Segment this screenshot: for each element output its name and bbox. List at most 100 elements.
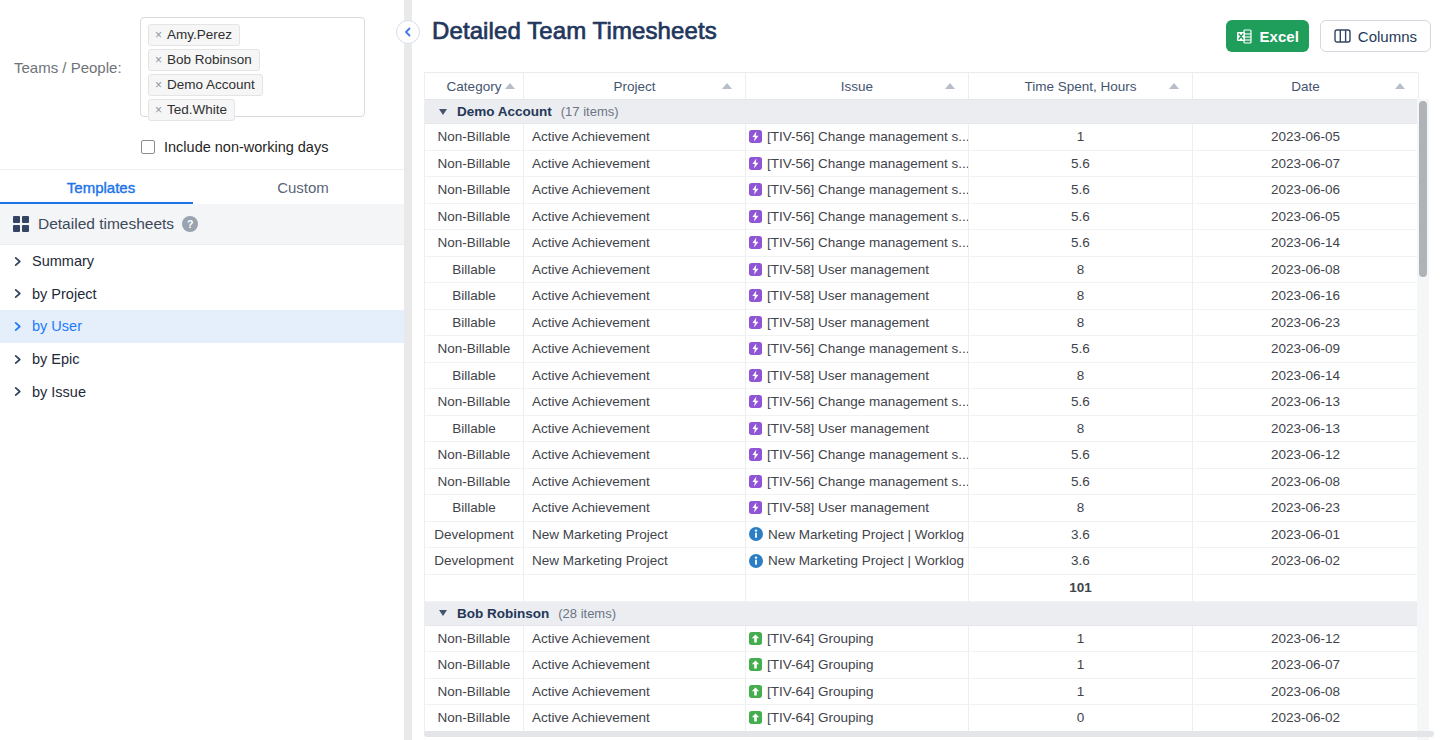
chevron-down-icon[interactable] <box>439 109 447 115</box>
person-tag[interactable]: ×Ted.White <box>148 99 235 121</box>
table-row[interactable]: Non-Billable Active Achievement [TIV-64]… <box>425 652 1418 679</box>
tree-item-by-project[interactable]: by Project <box>0 278 404 311</box>
issue-label: [TIV-58] User management <box>767 262 929 277</box>
column-header-time-spent[interactable]: Time Spent, Hours <box>969 73 1193 99</box>
table-row[interactable]: Development New Marketing Project New Ma… <box>425 522 1418 549</box>
table-row[interactable]: Non-Billable Active Achievement [TIV-56]… <box>425 469 1418 496</box>
table-row[interactable]: Non-Billable Active Achievement [TIV-56]… <box>425 204 1418 231</box>
remove-tag-icon[interactable]: × <box>155 29 162 41</box>
tree-item-by-issue[interactable]: by Issue <box>0 375 404 408</box>
tab-templates[interactable]: Templates <box>0 170 202 204</box>
cell-hours: 8 <box>969 416 1193 443</box>
help-icon[interactable]: ? <box>182 216 198 232</box>
excel-export-button[interactable]: Excel <box>1226 20 1309 52</box>
teams-people-label: Teams / People: <box>14 59 122 76</box>
tree-item-by-user[interactable]: by User <box>0 310 404 343</box>
table-row[interactable]: Non-Billable Active Achievement [TIV-56]… <box>425 230 1418 257</box>
table-row[interactable]: Billable Active Achievement [TIV-58] Use… <box>425 416 1418 443</box>
person-tag-label: Bob Robinson <box>167 51 252 68</box>
include-non-working-days-checkbox[interactable] <box>141 140 155 154</box>
chevron-right-icon <box>13 286 29 302</box>
epic-icon <box>749 236 762 249</box>
remove-tag-icon[interactable]: × <box>155 79 162 91</box>
cell-hours: 1 <box>969 626 1193 653</box>
cell-project: Active Achievement <box>524 705 746 732</box>
chevron-left-icon <box>403 27 413 37</box>
person-tag[interactable]: × Bob Robinson <box>148 49 260 71</box>
table-row[interactable]: Non-Billable Active Achievement [TIV-56]… <box>425 177 1418 204</box>
cell-hours: 8 <box>969 257 1193 284</box>
group-row[interactable]: Bob Robinson(28 items) <box>425 602 1418 626</box>
cell-hours: 3.6 <box>969 548 1193 575</box>
epic-icon <box>749 183 762 196</box>
people-multiselect[interactable]: ×Amy.Perez×Bob Robinson×Demo Account×Ted… <box>140 17 365 117</box>
cell-category: Billable <box>425 257 524 284</box>
horizontal-scrollbar[interactable] <box>424 731 1434 737</box>
group-row[interactable]: Demo Account(17 items) <box>425 100 1418 124</box>
table-row[interactable]: Non-Billable Active Achievement [TIV-64]… <box>425 679 1418 706</box>
cell-issue: [TIV-58] User management <box>746 257 969 284</box>
table-row[interactable]: Billable Active Achievement [TIV-58] Use… <box>425 495 1418 522</box>
collapse-sidebar-button[interactable] <box>396 20 420 44</box>
columns-button-label: Columns <box>1358 28 1417 45</box>
remove-tag-icon[interactable]: × <box>155 54 162 66</box>
table-row[interactable]: Billable Active Achievement [TIV-58] Use… <box>425 257 1418 284</box>
remove-tag-icon[interactable]: × <box>155 104 162 116</box>
issue-label: [TIV-56] Change management s... <box>767 182 969 197</box>
table-row[interactable]: Billable Active Achievement [TIV-58] Use… <box>425 310 1418 337</box>
issue-label: [TIV-58] User management <box>767 421 929 436</box>
cell-project: Active Achievement <box>524 204 746 231</box>
table-row[interactable]: Billable Active Achievement [TIV-58] Use… <box>425 283 1418 310</box>
sort-ascending-icon[interactable] <box>505 83 515 89</box>
person-tag[interactable]: ×Amy.Perez <box>148 24 240 46</box>
detailed-timesheets-header[interactable]: Detailed timesheets ? <box>0 204 404 245</box>
epic-icon <box>749 369 762 382</box>
sort-ascending-icon[interactable] <box>1169 83 1179 89</box>
cell-hours: 8 <box>969 363 1193 390</box>
column-header-project[interactable]: Project <box>524 73 746 99</box>
table-row[interactable]: Non-Billable Active Achievement [TIV-56]… <box>425 389 1418 416</box>
epic-icon <box>749 475 762 488</box>
table-row[interactable]: Non-Billable Active Achievement [TIV-64]… <box>425 705 1418 732</box>
chevron-down-icon[interactable] <box>439 610 447 616</box>
detailed-timesheets-title: Detailed timesheets <box>38 215 174 233</box>
table-row[interactable]: Billable Active Achievement [TIV-58] Use… <box>425 363 1418 390</box>
table-row[interactable]: Non-Billable Active Achievement [TIV-64]… <box>425 626 1418 653</box>
sidebar-divider[interactable] <box>404 0 412 740</box>
epic-icon <box>749 289 762 302</box>
tree-item-by-epic[interactable]: by Epic <box>0 343 404 376</box>
group-name: Demo Account <box>457 104 552 119</box>
sort-ascending-icon[interactable] <box>945 83 955 89</box>
table-row[interactable]: Development New Marketing Project New Ma… <box>425 548 1418 575</box>
sidebar-tabs: TemplatesCustom <box>0 169 404 204</box>
vertical-scrollbar-thumb[interactable] <box>1419 101 1427 277</box>
person-tag-label: Demo Account <box>167 76 255 93</box>
column-header-label: Date <box>1291 79 1320 94</box>
columns-button[interactable]: Columns <box>1320 20 1431 52</box>
table-row[interactable]: Non-Billable Active Achievement [TIV-56]… <box>425 442 1418 469</box>
table-row[interactable]: Non-Billable Active Achievement [TIV-56]… <box>425 336 1418 363</box>
column-header-category[interactable]: Category <box>425 73 524 99</box>
cell-issue: [TIV-56] Change management s... <box>746 204 969 231</box>
cell-project: New Marketing Project <box>524 548 746 575</box>
tab-custom[interactable]: Custom <box>202 170 404 204</box>
sort-ascending-icon[interactable] <box>722 83 732 89</box>
epic-icon <box>749 422 762 435</box>
person-tag[interactable]: × Demo Account <box>148 74 263 96</box>
cell-hours: 5.6 <box>969 442 1193 469</box>
column-header-date[interactable]: Date <box>1193 73 1419 99</box>
tree-item-label: by User <box>32 318 82 334</box>
include-non-working-days-row[interactable]: Include non-working days <box>141 139 328 155</box>
column-header-issue[interactable]: Issue <box>746 73 969 99</box>
table-row[interactable]: Non-Billable Active Achievement [TIV-56]… <box>425 124 1418 151</box>
group-count: (28 items) <box>558 606 616 621</box>
tree-item-summary[interactable]: Summary <box>0 245 404 278</box>
cell-project: Active Achievement <box>524 679 746 706</box>
issue-label: New Marketing Project | Worklog <box>768 527 964 542</box>
table-row[interactable]: Non-Billable Active Achievement [TIV-56]… <box>425 151 1418 178</box>
improvement-icon <box>749 632 762 645</box>
cell-hours: 5.6 <box>969 177 1193 204</box>
cell-hours: 5.6 <box>969 204 1193 231</box>
sort-ascending-icon[interactable] <box>1395 83 1405 89</box>
vertical-scrollbar[interactable] <box>1417 99 1429 740</box>
